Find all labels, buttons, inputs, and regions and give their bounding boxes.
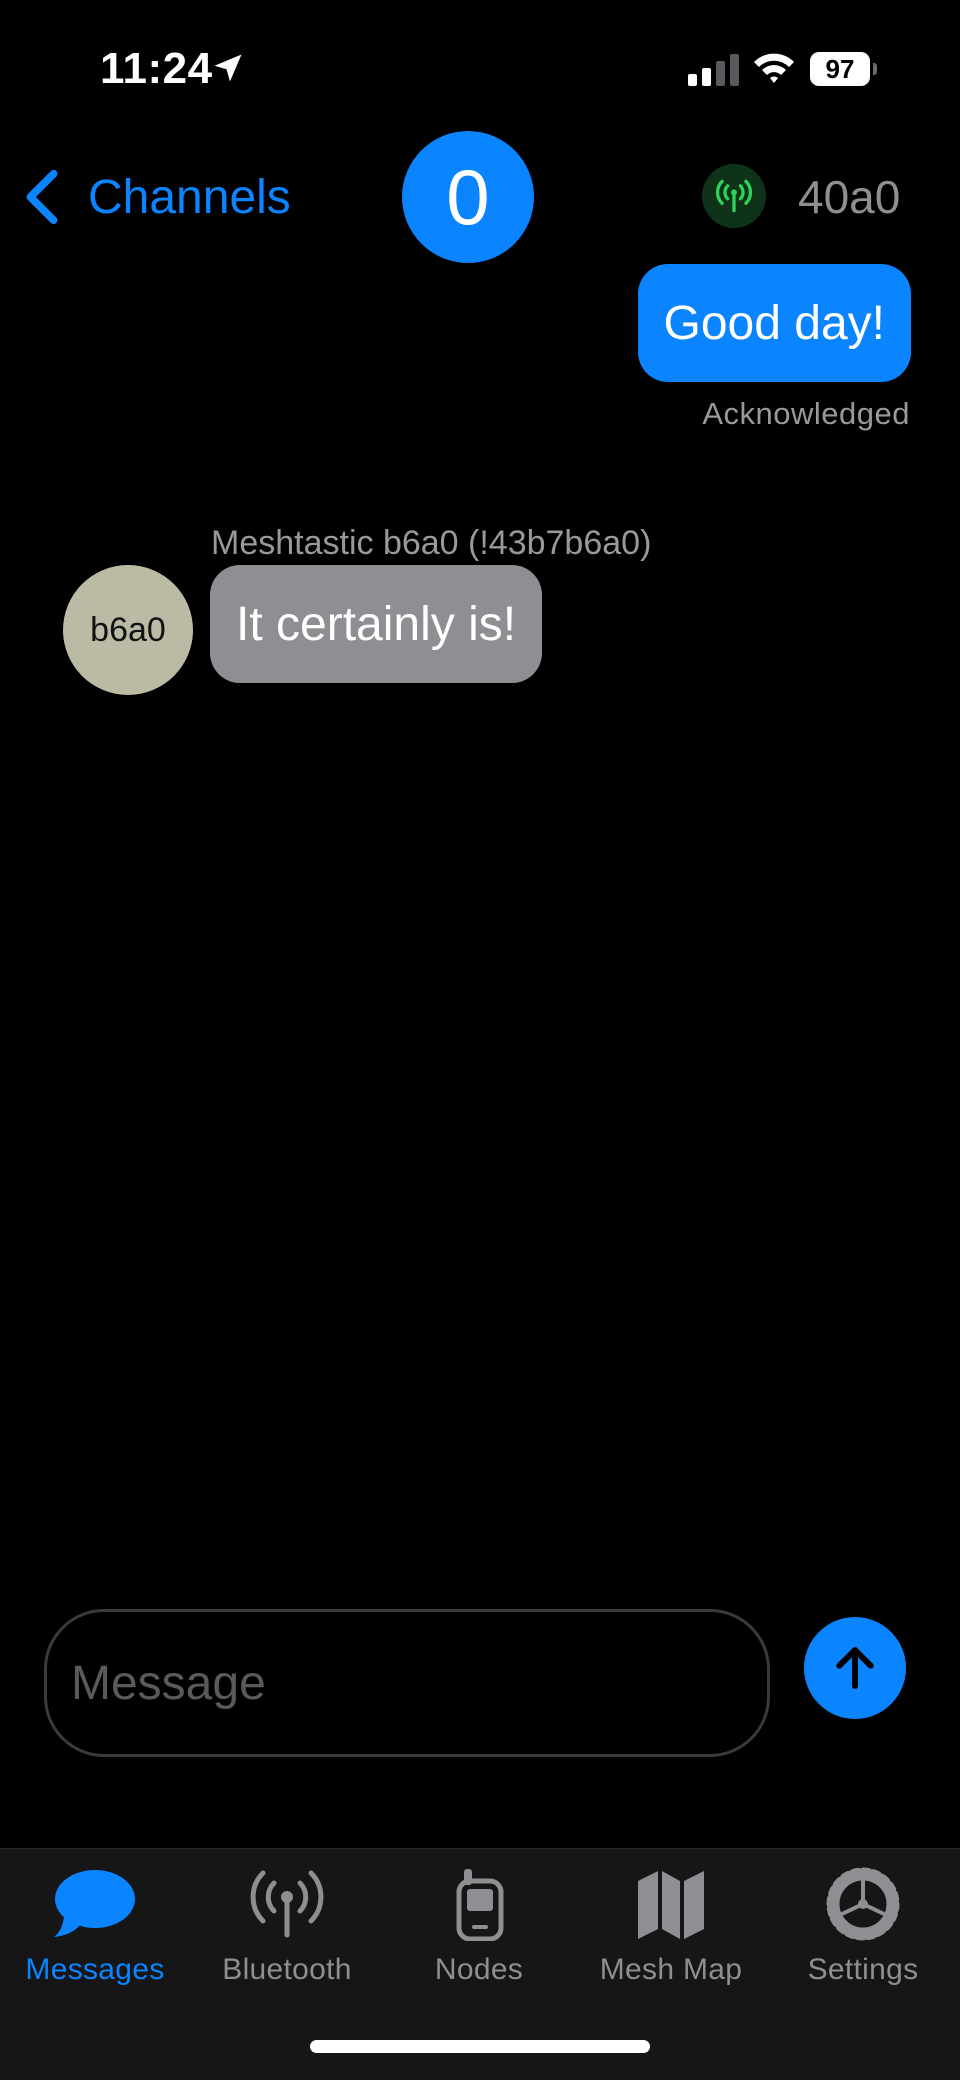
message-bubble-icon bbox=[54, 1870, 135, 1937]
battery-level: 97 bbox=[810, 52, 870, 86]
tab-settings[interactable]: Settings bbox=[768, 1867, 958, 1987]
avatar[interactable]: b6a0 bbox=[63, 565, 193, 695]
tab-label: Bluetooth bbox=[222, 1953, 352, 1986]
battery-icon: 97 bbox=[810, 52, 878, 88]
antenna-icon bbox=[715, 179, 753, 213]
home-indicator bbox=[310, 2040, 650, 2053]
tab-messages[interactable]: Messages bbox=[0, 1867, 190, 1987]
tab-label: Messages bbox=[25, 1953, 165, 1986]
send-button[interactable] bbox=[804, 1617, 906, 1719]
incoming-message-bubble[interactable]: It certainly is! bbox=[210, 565, 543, 683]
antenna-icon bbox=[250, 1870, 324, 1938]
tab-bluetooth[interactable]: Bluetooth bbox=[192, 1867, 382, 1987]
tab-label: Settings bbox=[807, 1953, 919, 1986]
outgoing-message-bubble[interactable]: Good day! bbox=[637, 264, 911, 382]
gear-icon bbox=[826, 1867, 900, 1941]
chevron-left-icon bbox=[26, 169, 58, 225]
sender-name: Meshtastic b6a0 (!43b7b6a0) bbox=[211, 524, 652, 562]
wifi-icon bbox=[754, 53, 794, 83]
node-short-name: 40a0 bbox=[798, 171, 901, 223]
connected-node-badge[interactable] bbox=[702, 164, 766, 228]
tab-mesh-map[interactable]: Mesh Map bbox=[576, 1867, 766, 1987]
channel-badge: 0 bbox=[402, 131, 534, 263]
back-button[interactable]: Channels bbox=[22, 168, 291, 226]
message-status: Acknowledged bbox=[702, 396, 910, 431]
message-input[interactable] bbox=[44, 1609, 770, 1757]
status-time: 11:24 bbox=[100, 44, 213, 93]
arrow-up-icon bbox=[836, 1647, 874, 1689]
tab-nodes[interactable]: Nodes bbox=[384, 1867, 574, 1987]
back-label: Channels bbox=[88, 170, 291, 224]
flip-phone-icon bbox=[456, 1869, 504, 1941]
location-arrow-icon bbox=[214, 54, 242, 82]
cellular-signal-icon bbox=[688, 54, 739, 86]
tab-label: Nodes bbox=[434, 1953, 524, 1986]
map-icon bbox=[638, 1871, 704, 1939]
tab-label: Mesh Map bbox=[599, 1953, 743, 1986]
